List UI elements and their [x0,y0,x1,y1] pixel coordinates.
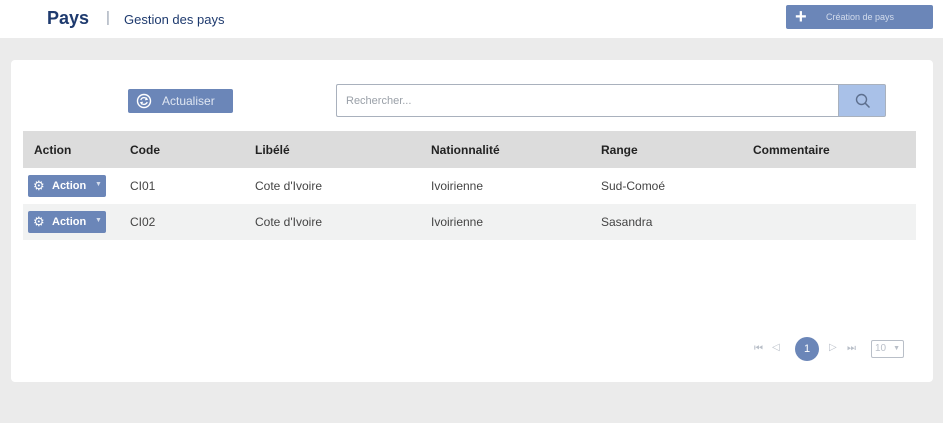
next-page-icon[interactable]: ▷ [829,342,837,353]
refresh-icon [136,93,152,109]
page-size-select[interactable]: 10 ▼ [871,340,904,358]
search-button[interactable] [838,84,886,117]
page-title: Pays [47,8,90,28]
plus-icon: + [795,6,807,28]
chevron-down-icon: ▼ [95,181,102,188]
column-header-commentaire: Commentaire [753,143,830,157]
chevron-down-icon: ▼ [893,345,900,352]
refresh-label: Actualiser [162,94,215,108]
row-action-button[interactable]: ⚙ Action ▼ [28,211,106,233]
gear-icon: ⚙ [33,178,45,193]
search-icon [855,93,871,109]
table-header: Action Code Libélé Nationnalité Range Co… [23,131,916,168]
countries-table: Action Code Libélé Nationnalité Range Co… [23,131,916,240]
content-card: Actualiser Action Code Libélé Nationnali… [11,60,933,382]
column-header-action: Action [34,143,72,157]
current-page-button[interactable]: 1 [795,337,819,361]
cell-range: Sasandra [601,215,653,229]
cell-libele: Cote d'Ivoire [255,179,322,193]
column-header-range: Range [601,143,638,157]
cell-code: CI01 [130,179,156,193]
cell-code: CI02 [130,215,156,229]
page-size-value: 10 [875,343,887,354]
row-action-label: Action [52,180,87,192]
previous-page-icon[interactable]: ◁ [772,342,780,353]
column-header-libele: Libélé [255,143,290,157]
column-header-code: Code [130,143,160,157]
page-subtitle: Gestion des pays [124,12,225,27]
search-input[interactable] [336,84,839,117]
cell-range: Sud-Comoé [601,179,666,193]
row-action-button[interactable]: ⚙ Action ▼ [28,175,106,197]
row-action-label: Action [52,216,87,228]
cell-nationalite: Ivoirienne [431,179,484,193]
gear-icon: ⚙ [33,214,45,229]
create-country-button[interactable]: + Création de pays [786,5,933,29]
column-header-nationalite: Nationnalité [431,143,500,157]
cell-nationalite: Ivoirienne [431,215,484,229]
cell-libele: Cote d'Ivoire [255,215,322,229]
table-row: ⚙ Action ▼ CI01 Cote d'Ivoire Ivoirienne… [23,168,916,204]
create-country-label: Création de pays [826,12,895,22]
chevron-down-icon: ▼ [95,217,102,224]
title-separator: | [106,9,110,26]
table-row: ⚙ Action ▼ CI02 Cote d'Ivoire Ivoirienne… [23,204,916,240]
last-page-icon[interactable]: ⏭ [847,343,856,354]
first-page-icon[interactable]: ⏮ [754,343,763,354]
top-bar: Pays | Gestion des pays + Création de pa… [0,0,943,38]
refresh-button[interactable]: Actualiser [128,89,233,113]
